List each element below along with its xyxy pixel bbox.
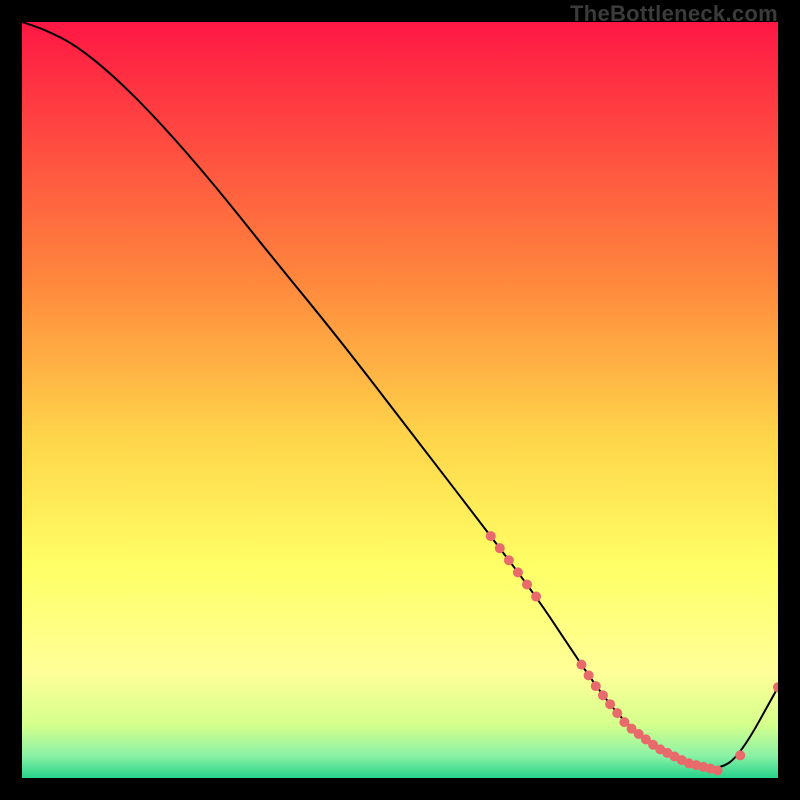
highlight-marker bbox=[522, 579, 532, 589]
highlight-marker bbox=[591, 681, 601, 691]
plot-frame bbox=[22, 22, 778, 778]
highlight-marker bbox=[531, 592, 541, 602]
highlight-marker bbox=[612, 708, 622, 718]
highlight-marker bbox=[513, 567, 523, 577]
highlight-marker bbox=[735, 750, 745, 760]
highlight-marker bbox=[576, 660, 586, 670]
highlight-marker bbox=[605, 699, 615, 709]
highlight-marker bbox=[495, 543, 505, 553]
highlight-marker bbox=[504, 555, 514, 565]
chart-canvas bbox=[22, 22, 778, 778]
highlight-marker bbox=[486, 531, 496, 541]
figure-root: TheBottleneck.com bbox=[0, 0, 800, 800]
highlight-marker bbox=[598, 690, 608, 700]
highlight-marker bbox=[584, 670, 594, 680]
highlight-marker bbox=[713, 765, 723, 775]
gradient-background bbox=[22, 22, 778, 778]
